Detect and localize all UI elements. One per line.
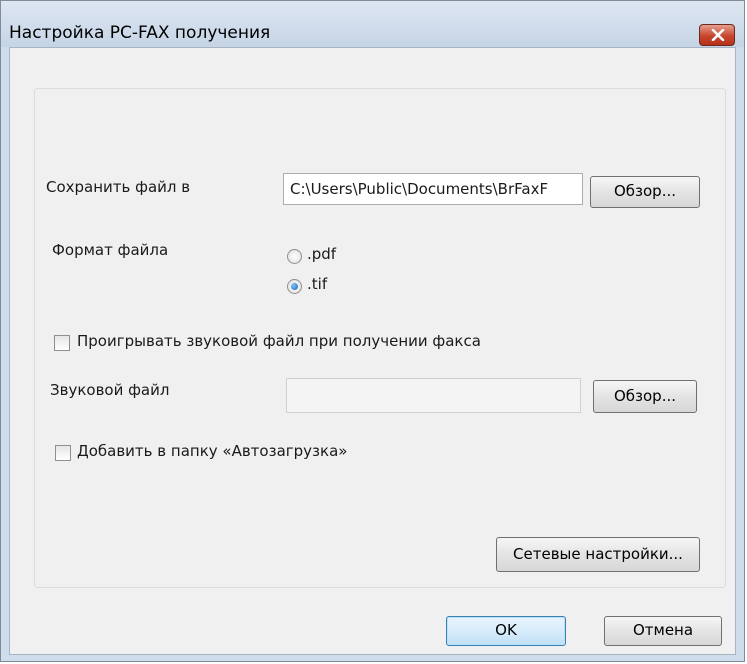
play-sound-checkbox[interactable] <box>54 335 70 351</box>
format-pdf-radio[interactable] <box>287 249 302 264</box>
format-tif-radio[interactable] <box>287 279 302 294</box>
sound-browse-button[interactable]: Обзор... <box>593 380 697 413</box>
save-path-field[interactable]: C:\Users\Public\Documents\BrFaxF <box>283 173 583 205</box>
format-tif-label[interactable]: .tif <box>307 275 327 293</box>
sound-file-label: Звуковой файл <box>50 381 170 399</box>
close-button[interactable] <box>699 24 735 46</box>
dialog-window: Настройка PC-FAX получения Сохранить фай… <box>0 0 745 662</box>
network-settings-button[interactable]: Сетевые настройки... <box>496 537 700 572</box>
cancel-button[interactable]: Отмена <box>604 616 722 646</box>
autostart-checkbox[interactable] <box>55 445 71 461</box>
sound-file-field[interactable] <box>286 378 581 413</box>
play-sound-label[interactable]: Проигрывать звуковой файл при получении … <box>77 332 481 350</box>
autostart-label[interactable]: Добавить в папку «Автозагрузка» <box>77 442 347 460</box>
close-icon <box>711 29 725 41</box>
save-location-label: Сохранить файл в <box>46 178 191 196</box>
save-browse-button[interactable]: Обзор... <box>590 176 700 208</box>
window-title: Настройка PC-FAX получения <box>9 23 271 43</box>
format-pdf-label[interactable]: .pdf <box>307 245 336 263</box>
dialog-body: Сохранить файл в C:\Users\Public\Documen… <box>9 47 736 655</box>
title-bar[interactable]: Настройка PC-FAX получения <box>1 1 744 47</box>
file-format-label: Формат файла <box>52 241 169 259</box>
ok-button[interactable]: OK <box>446 616 566 646</box>
